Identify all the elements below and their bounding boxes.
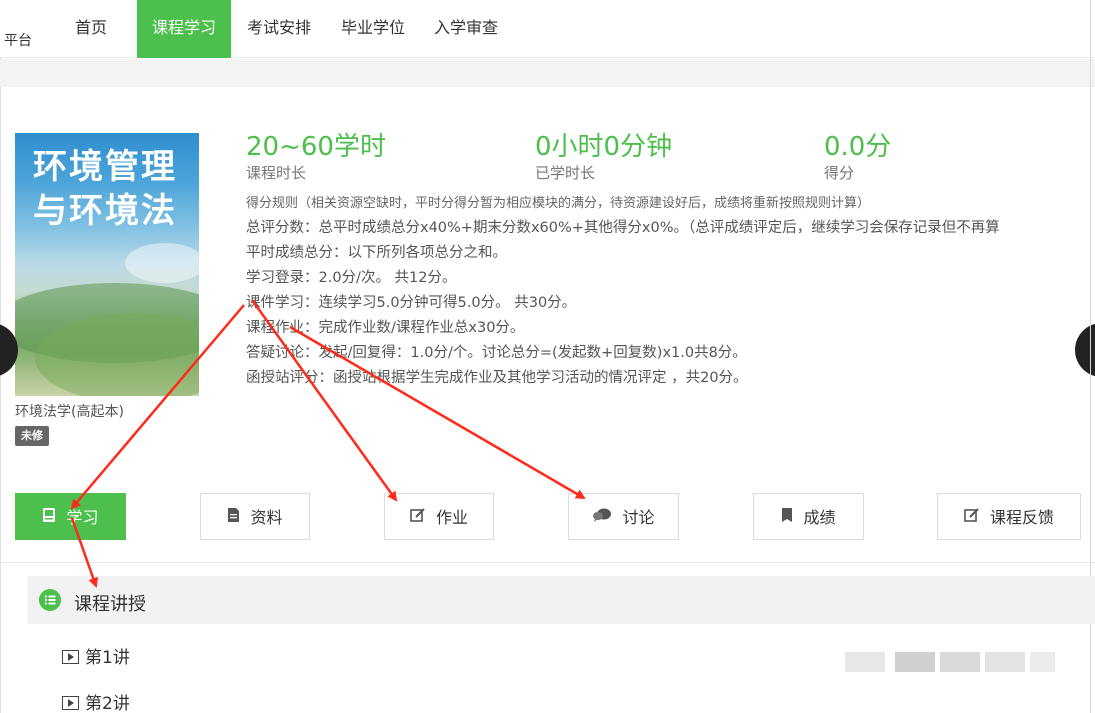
watermark-block: [895, 652, 935, 672]
tab-course-feedback[interactable]: 课程反馈: [937, 493, 1081, 540]
tab-materials[interactable]: 资料: [200, 493, 310, 540]
nav-graduation-degree[interactable]: 毕业学位: [333, 0, 413, 58]
tab-grades[interactable]: 成绩: [753, 493, 864, 540]
top-nav-bar: 平台 首页 课程学习 考试安排 毕业学位 入学审查: [0, 0, 1095, 58]
document-icon: [227, 495, 240, 540]
rule-usual: 平时成绩总分：以下所列各项总分之和。: [246, 245, 507, 261]
tab-grades-label: 成绩: [803, 508, 836, 527]
bookmark-icon: [781, 495, 793, 540]
stat-duration-value: 20~60学时: [246, 132, 386, 162]
watermark-block: [845, 652, 885, 672]
nav-course-study[interactable]: 课程学习: [137, 0, 231, 58]
stat-duration-label: 课程时长: [246, 164, 307, 182]
cover-cloud: [125, 243, 199, 283]
watermark-logo: [845, 648, 1060, 676]
stat-score-value: 0.0分: [824, 132, 892, 162]
next-arrow-button[interactable]: [1075, 323, 1095, 377]
nav-exam-schedule[interactable]: 考试安排: [239, 0, 319, 58]
edit-icon: [410, 495, 426, 540]
nav-admission-review[interactable]: 入学审查: [426, 0, 506, 58]
course-name: 环境法学(高起本): [15, 404, 124, 420]
watermark-block: [940, 652, 980, 672]
rule-title: 得分规则（相关资源空缺时，平时分得分暂为相应模块的满分，待资源建设好后，成绩将重…: [246, 196, 871, 211]
tab-materials-label: 资料: [250, 508, 283, 527]
tab-discussion[interactable]: 讨论: [568, 493, 679, 540]
section-title: 课程讲授: [74, 594, 146, 615]
stat-studied-value: 0小时0分钟: [535, 132, 673, 162]
lecture-item[interactable]: 第2讲: [62, 689, 130, 713]
header-divider-strip: [0, 59, 1095, 87]
cover-title-line: 环境管理: [33, 147, 177, 187]
lecture-label: 第1讲: [85, 648, 130, 668]
tab-discussion-label: 讨论: [622, 508, 655, 527]
tab-homework-label: 作业: [435, 508, 468, 527]
watermark-block: [1030, 652, 1055, 672]
edit-icon: [964, 495, 980, 540]
brand-text: 平台: [4, 33, 32, 49]
cover-title: 环境管理 与环境法: [33, 145, 193, 233]
list-icon: [39, 589, 61, 611]
rule-homework: 课程作业：完成作业数/课程作业总x30分。: [246, 320, 525, 336]
lecture-item[interactable]: 第1讲: [62, 643, 130, 668]
tab-homework[interactable]: 作业: [384, 493, 494, 540]
status-badge: 未修: [15, 426, 49, 446]
play-icon: [62, 650, 79, 664]
nav-home[interactable]: 首页: [62, 0, 120, 58]
cover-title-line: 与环境法: [33, 191, 177, 231]
book-icon: [42, 495, 56, 540]
section-divider: [0, 562, 1095, 563]
rule-courseware: 课件学习：连续学习5.0分钟可得5.0分。 共30分。: [246, 295, 577, 311]
tab-study-label: 学习: [66, 508, 99, 527]
rule-login: 学习登录：2.0分/次。 共12分。: [246, 270, 457, 286]
rule-discussion: 答疑讨论：发起/回复得：1.0分/个。讨论总分=(发起数+回复数)x1.0共8分…: [246, 345, 747, 361]
tab-study[interactable]: 学习: [15, 493, 126, 540]
watermark-block: [985, 652, 1025, 672]
tab-course-feedback-label: 课程反馈: [989, 508, 1054, 527]
course-cover-image[interactable]: 环境管理 与环境法: [15, 133, 199, 396]
lecture-label: 第2讲: [85, 694, 130, 713]
chat-icon: [592, 495, 612, 540]
play-icon: [62, 696, 79, 710]
stat-score-label: 得分: [824, 164, 855, 182]
section-header[interactable]: 课程讲授: [27, 576, 1095, 624]
rule-total: 总评分数：总平时成绩总分x40%+期末分数x60%+其他得分x0%。（总评成绩评…: [246, 220, 1000, 236]
stat-studied-label: 已学时长: [535, 164, 596, 182]
rule-station: 函授站评分：函授站根据学生完成作业及其他学习活动的情况评定 ，共20分。: [246, 370, 748, 386]
